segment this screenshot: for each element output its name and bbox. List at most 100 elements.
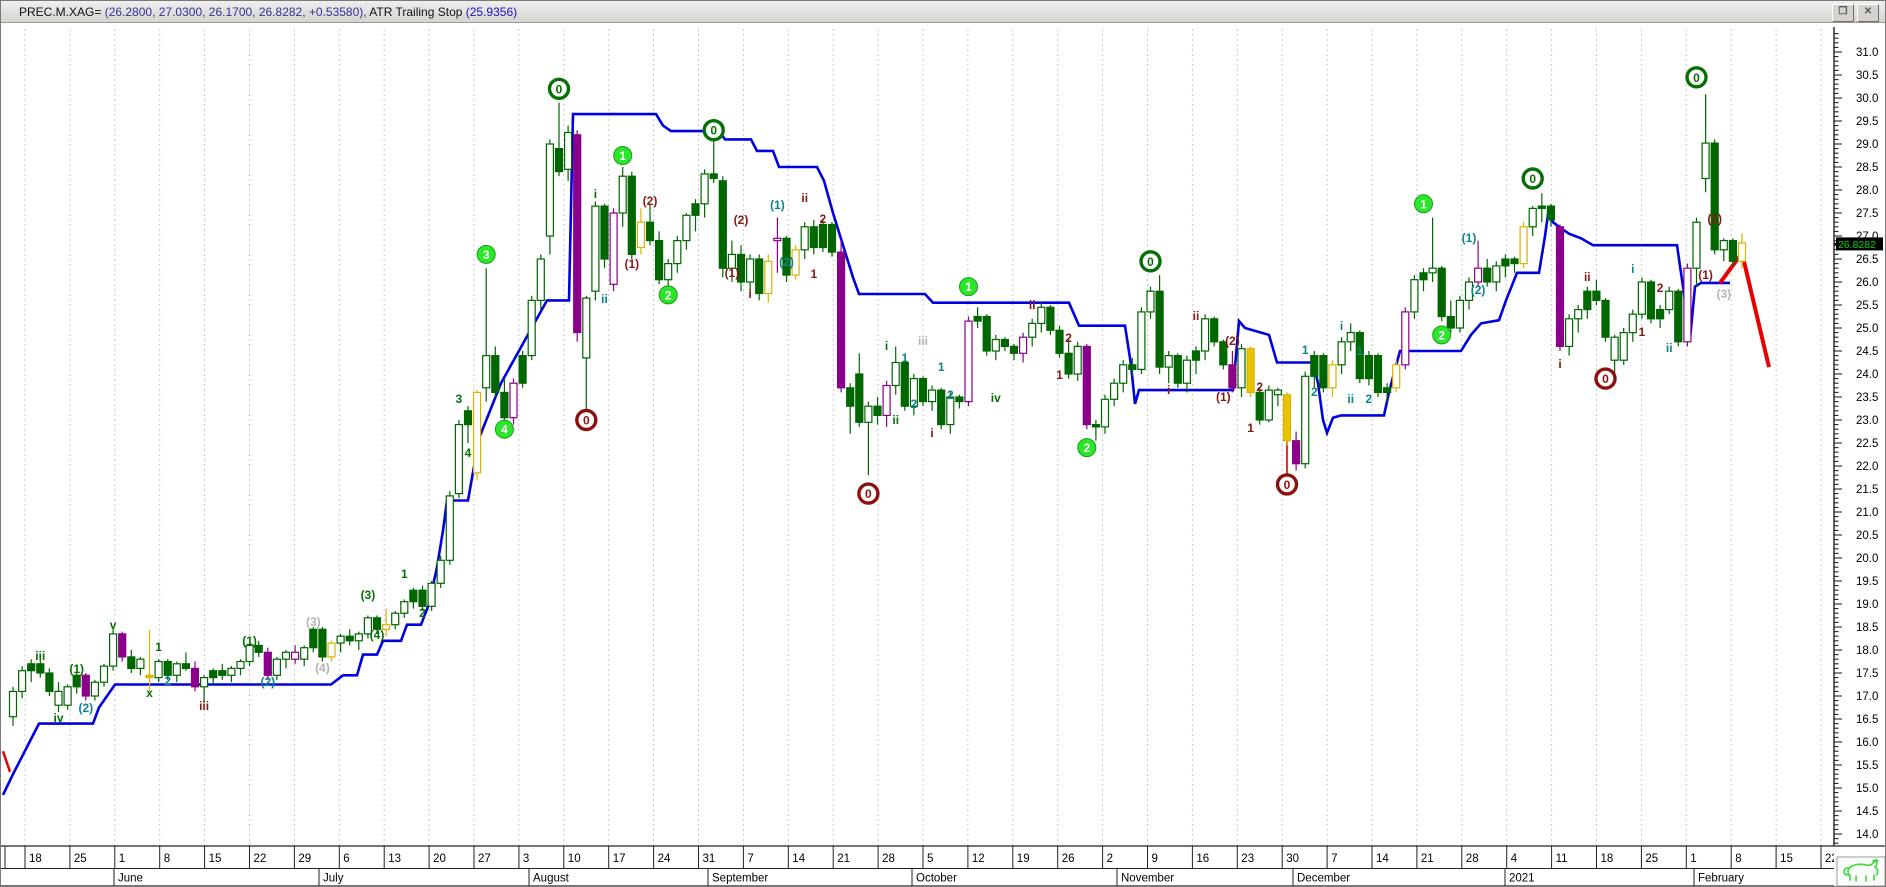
svg-text:3: 3 [523,853,529,865]
svg-text:30.5: 30.5 [1856,70,1878,82]
svg-text:26: 26 [1062,853,1075,865]
indicator-label: ATR Trailing Stop [369,4,466,19]
svg-text:23.0: 23.0 [1856,415,1878,427]
svg-text:7: 7 [1331,853,1337,865]
svg-text:i: i [748,287,751,301]
svg-text:3: 3 [456,392,463,406]
svg-text:(3): (3) [1716,287,1731,301]
symbol-label: PREC.M.XAG= [19,4,102,19]
svg-text:15.0: 15.0 [1856,783,1878,795]
svg-text:0: 0 [583,414,590,428]
svg-text:26.8282: 26.8282 [1838,239,1876,251]
svg-text:25: 25 [74,853,87,865]
svg-text:2: 2 [1657,281,1664,295]
svg-text:September: September [712,873,768,885]
chart-area[interactable]: iii iv (1) (2) v x 1 2 iii (1) (2) (3) (4) (3) (4) 1 2 3 4… [1,23,1886,887]
svg-text:31: 31 [703,853,716,865]
svg-text:26.0: 26.0 [1856,277,1878,289]
svg-text:(4): (4) [370,628,385,642]
svg-text:2: 2 [164,674,171,688]
svg-text:2: 2 [1311,385,1318,399]
svg-text:20.0: 20.0 [1856,553,1878,565]
svg-text:15.5: 15.5 [1856,760,1878,772]
svg-text:August: August [533,873,570,885]
svg-text:20: 20 [433,853,446,865]
svg-text:30: 30 [1286,853,1299,865]
svg-text:28.0: 28.0 [1856,185,1878,197]
svg-text:(3): (3) [361,588,376,602]
svg-text:26.5: 26.5 [1856,254,1878,266]
svg-text:6: 6 [343,853,349,865]
svg-text:February: February [1698,873,1744,885]
svg-text:1: 1 [155,640,162,654]
chart-window: PREC.M.XAG= (26.2800, 27.0300, 26.1700, … [0,0,1886,887]
svg-text:4: 4 [501,423,508,437]
svg-text:2: 2 [947,388,954,402]
svg-text:x: x [146,686,153,700]
svg-text:v: v [110,618,117,632]
svg-text:November: November [1121,873,1174,885]
svg-text:0: 0 [1284,478,1291,492]
svg-text:12: 12 [972,853,985,865]
svg-text:(2): (2) [734,213,749,227]
svg-text:iv: iv [991,391,1001,405]
svg-text:21: 21 [837,853,850,865]
svg-text:2: 2 [665,288,672,302]
svg-text:1: 1 [901,351,908,365]
svg-text:2: 2 [1366,392,1373,406]
svg-text:24.5: 24.5 [1856,346,1878,358]
svg-text:(1): (1) [624,257,639,271]
svg-text:iii: iii [199,699,209,713]
svg-text:8: 8 [164,853,170,865]
svg-text:(1): (1) [770,198,785,212]
svg-text:(4): (4) [315,661,330,675]
svg-text:July: July [323,873,344,885]
svg-text:0: 0 [865,487,872,501]
svg-text:2: 2 [1083,441,1090,455]
svg-text:1: 1 [1639,325,1646,339]
svg-text:ii: ii [1666,341,1673,355]
svg-text:29: 29 [298,853,311,865]
svg-text:1: 1 [1356,344,1363,358]
svg-text:1: 1 [965,280,972,294]
svg-text:14: 14 [792,853,805,865]
svg-text:(2): (2) [643,194,658,208]
window-title: PREC.M.XAG= (26.2800, 27.0300, 26.1700, … [19,5,517,19]
candlestick-chart-svg[interactable]: iiiiv(1)(2)vx12iii(1)(2)(3)(4)(3)(4)1234… [1,23,1886,887]
svg-text:1: 1 [1247,421,1254,435]
svg-text:i: i [1631,262,1634,276]
svg-text:(2): (2) [779,255,794,269]
window-titlebar[interactable]: PREC.M.XAG= (26.2800, 27.0300, 26.1700, … [1,1,1885,23]
svg-text:22: 22 [254,853,267,865]
svg-text:1: 1 [619,149,626,163]
restore-window-icon[interactable]: ❐ [1832,4,1854,22]
svg-text:19.0: 19.0 [1856,599,1878,611]
svg-text:ii: ii [601,292,608,306]
svg-text:1: 1 [810,267,817,281]
svg-text:7: 7 [747,853,753,865]
svg-text:i: i [885,339,888,353]
svg-text:2: 2 [911,397,918,411]
svg-text:(1): (1) [1698,268,1713,282]
svg-text:iii: iii [918,334,928,348]
svg-text:iv: iv [53,711,63,725]
svg-text:i: i [594,187,597,201]
svg-text:i: i [1558,357,1561,371]
svg-text:29.5: 29.5 [1856,116,1878,128]
svg-text:31.0: 31.0 [1856,47,1878,59]
svg-text:i: i [930,426,933,440]
svg-text:2: 2 [1107,853,1113,865]
svg-text:30.0: 30.0 [1856,93,1878,105]
svg-text:17.0: 17.0 [1856,691,1878,703]
close-icon[interactable]: ✕ [1857,4,1879,22]
svg-text:1: 1 [938,360,945,374]
svg-text:ii: ii [801,191,808,205]
svg-text:(2): (2) [1471,283,1486,297]
bull-icon[interactable] [1836,856,1885,886]
svg-text:19: 19 [1017,853,1030,865]
svg-text:1: 1 [119,853,125,865]
svg-text:iii: iii [35,649,45,663]
svg-text:(1): (1) [1216,390,1231,404]
svg-text:(3): (3) [306,615,321,629]
svg-text:June: June [118,873,143,885]
